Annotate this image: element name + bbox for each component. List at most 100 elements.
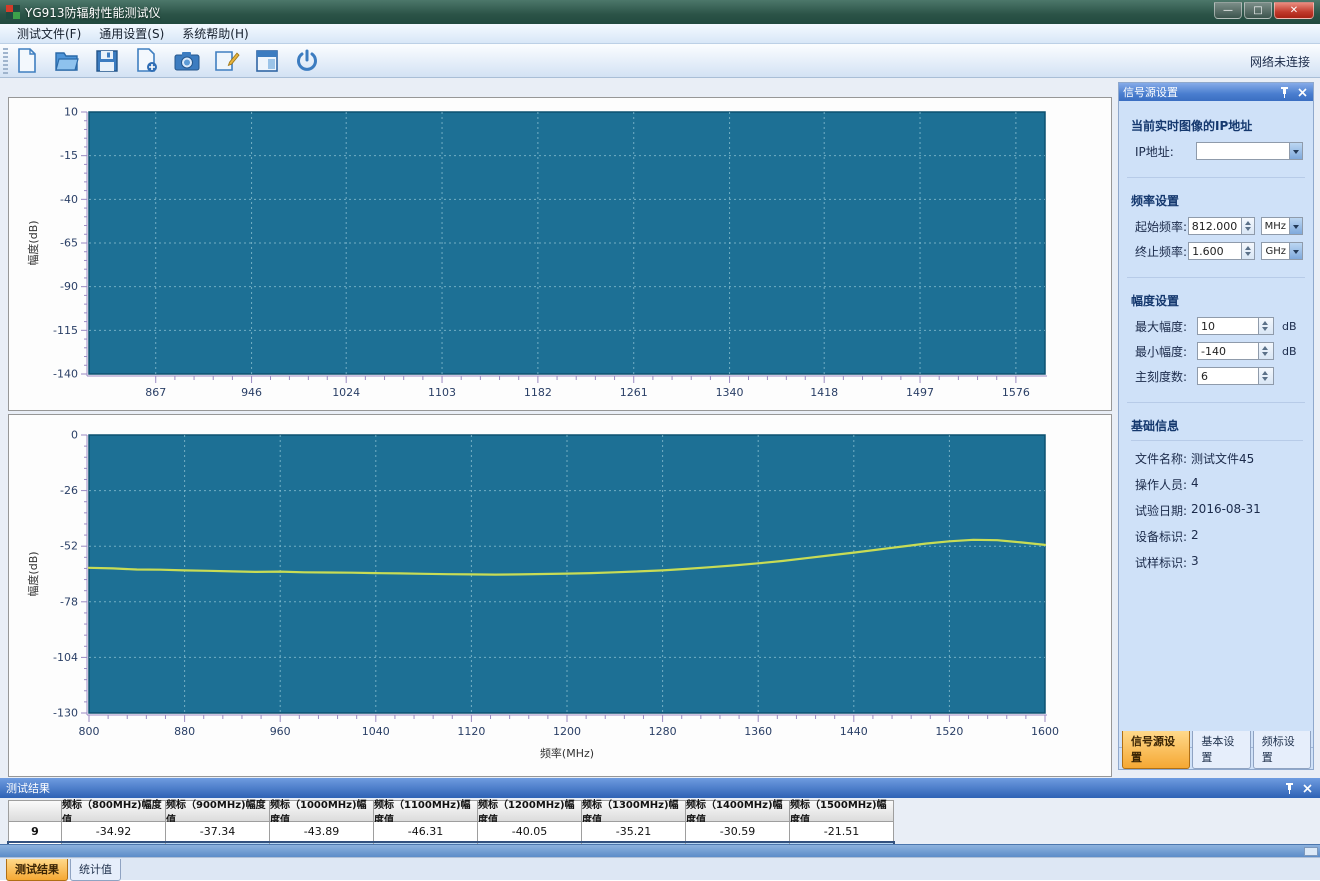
signal-panel-title: 信号源设置: [1123, 84, 1277, 100]
max-amplitude-label: 最大幅度:: [1135, 318, 1197, 335]
svg-text:1418: 1418: [810, 386, 838, 399]
svg-text:-65: -65: [60, 237, 78, 250]
table-cell[interactable]: -30.59: [686, 822, 790, 842]
chevron-down-icon[interactable]: [1289, 243, 1302, 259]
table-column-header[interactable]: 频标（1300MHz)幅度值: [582, 800, 686, 822]
table-cell[interactable]: -46.31: [374, 822, 478, 842]
horizontal-scrollbar[interactable]: [0, 844, 1320, 857]
row-header-cell[interactable]: 9: [8, 822, 62, 842]
major-divisions-label: 主刻度数:: [1135, 368, 1197, 385]
table-cell[interactable]: -43.89: [270, 822, 374, 842]
table-column-header[interactable]: 频标（1100MHz)幅度值: [374, 800, 478, 822]
bottom-tab-bar: 测试结果 统计值: [0, 857, 1320, 880]
tab-basic-settings[interactable]: 基本设置: [1192, 731, 1250, 769]
svg-text:-15: -15: [60, 149, 78, 162]
stop-frequency-unit-select[interactable]: GHz: [1261, 242, 1303, 260]
svg-text:946: 946: [241, 386, 262, 399]
frequency-group: 频率设置 起始频率: 812.000 MHz 终止频率: 1.600 GHz: [1127, 186, 1305, 278]
svg-text:1440: 1440: [840, 725, 868, 738]
max-amplitude-input[interactable]: 10: [1197, 317, 1259, 335]
svg-text:-104: -104: [53, 651, 78, 664]
table-cell[interactable]: -35.21: [582, 822, 686, 842]
start-frequency-stepper[interactable]: [1242, 217, 1255, 235]
open-folder-icon[interactable]: [52, 47, 82, 75]
svg-text:1600: 1600: [1031, 725, 1059, 738]
scrollbar-button[interactable]: [1304, 847, 1318, 856]
save-icon[interactable]: [92, 47, 122, 75]
table-column-header[interactable]: 频标（1500MHz)幅度值: [790, 800, 894, 822]
min-amplitude-label: 最小幅度:: [1135, 343, 1197, 360]
tab-test-results[interactable]: 测试结果: [6, 859, 68, 881]
sample-id-label: 试样标识:: [1135, 554, 1187, 571]
table-cell[interactable]: -37.34: [166, 822, 270, 842]
realtime-spectrum-chart: 10-15-40-65-90-115-140867946102411031182…: [8, 97, 1112, 411]
toolbar-grip[interactable]: [3, 48, 8, 74]
start-frequency-unit-select[interactable]: MHz: [1261, 217, 1303, 235]
close-panel-icon[interactable]: [1300, 782, 1314, 795]
pin-icon[interactable]: [1282, 782, 1296, 795]
svg-text:1120: 1120: [457, 725, 485, 738]
table-column-header[interactable]: 频标（1000MHz)幅度值: [270, 800, 374, 822]
menu-system-help[interactable]: 系统帮助(H): [173, 23, 257, 44]
stop-frequency-stepper[interactable]: [1242, 242, 1255, 260]
basic-info-title: 基础信息: [1131, 417, 1303, 441]
menu-general-settings[interactable]: 通用设置(S): [90, 23, 173, 44]
svg-text:1182: 1182: [524, 386, 552, 399]
svg-text:960: 960: [270, 725, 291, 738]
amplitude-group-title: 幅度设置: [1131, 292, 1303, 309]
table-column-header[interactable]: 频标（1200MHz)幅度值: [478, 800, 582, 822]
svg-text:867: 867: [145, 386, 166, 399]
tab-signal-source-settings[interactable]: 信号源设置: [1122, 731, 1190, 769]
new-file-icon[interactable]: [12, 47, 42, 75]
close-panel-icon[interactable]: [1295, 86, 1309, 99]
window-title: YG913防辐射性能测试仪: [25, 4, 161, 21]
max-amplitude-stepper[interactable]: [1259, 317, 1274, 335]
major-divisions-stepper[interactable]: [1259, 367, 1274, 385]
svg-text:幅度(dB): 幅度(dB): [26, 551, 40, 596]
power-icon[interactable]: [292, 47, 322, 75]
stop-frequency-label: 终止频率:: [1135, 243, 1188, 260]
stop-frequency-unit: GHz: [1262, 246, 1289, 257]
tab-statistics[interactable]: 统计值: [70, 859, 121, 881]
svg-text:1040: 1040: [362, 725, 390, 738]
pin-icon[interactable]: [1277, 86, 1291, 99]
test-date-value: 2016-08-31: [1191, 502, 1261, 519]
tab-marker-settings[interactable]: 频标设置: [1253, 731, 1311, 769]
min-amplitude-unit: dB: [1282, 345, 1297, 358]
min-amplitude-input[interactable]: -140: [1197, 342, 1259, 360]
svg-text:1024: 1024: [332, 386, 360, 399]
table-cell[interactable]: -21.51: [790, 822, 894, 842]
table-column-header[interactable]: 频标（900MHz)幅度值: [166, 800, 270, 822]
max-amplitude-unit: dB: [1282, 320, 1297, 333]
table-row[interactable]: 9-34.92-37.34-43.89-46.31-40.05-35.21-30…: [8, 822, 894, 842]
table-cell[interactable]: -40.05: [478, 822, 582, 842]
major-divisions-input[interactable]: 6: [1197, 367, 1259, 385]
chevron-down-icon[interactable]: [1289, 218, 1302, 234]
device-id-value: 2: [1191, 528, 1199, 545]
basic-info-group: 基础信息 文件名称:测试文件45 操作人员:4 试验日期:2016-08-31 …: [1127, 411, 1305, 590]
stop-frequency-input[interactable]: 1.600: [1188, 242, 1242, 260]
chevron-down-icon[interactable]: [1289, 143, 1302, 159]
menu-test-file[interactable]: 测试文件(F): [8, 23, 90, 44]
svg-text:1340: 1340: [716, 386, 744, 399]
camera-icon[interactable]: [172, 47, 202, 75]
svg-text:10: 10: [64, 106, 78, 119]
file-name-value: 测试文件45: [1191, 450, 1254, 467]
ip-address-select[interactable]: [1196, 142, 1303, 160]
network-status-label: 网络未连接: [1250, 53, 1310, 70]
edit-report-icon[interactable]: [212, 47, 242, 75]
table-cell[interactable]: -34.92: [62, 822, 166, 842]
export-file-icon[interactable]: [132, 47, 162, 75]
svg-text:-130: -130: [53, 707, 78, 720]
close-button[interactable]: ✕: [1274, 2, 1314, 19]
min-amplitude-stepper[interactable]: [1259, 342, 1274, 360]
svg-text:800: 800: [79, 725, 100, 738]
start-frequency-unit: MHz: [1262, 221, 1289, 232]
minimize-button[interactable]: —: [1214, 2, 1242, 19]
start-frequency-input[interactable]: 812.000: [1188, 217, 1242, 235]
table-column-header[interactable]: 频标（1400MHz)幅度值: [686, 800, 790, 822]
chart-canvas: 0-26-52-78-104-1308008809601040112012001…: [9, 415, 1111, 776]
window-layout-icon[interactable]: [252, 47, 282, 75]
maximize-button[interactable]: □: [1244, 2, 1272, 19]
table-column-header[interactable]: 频标（800MHz)幅度值: [62, 800, 166, 822]
